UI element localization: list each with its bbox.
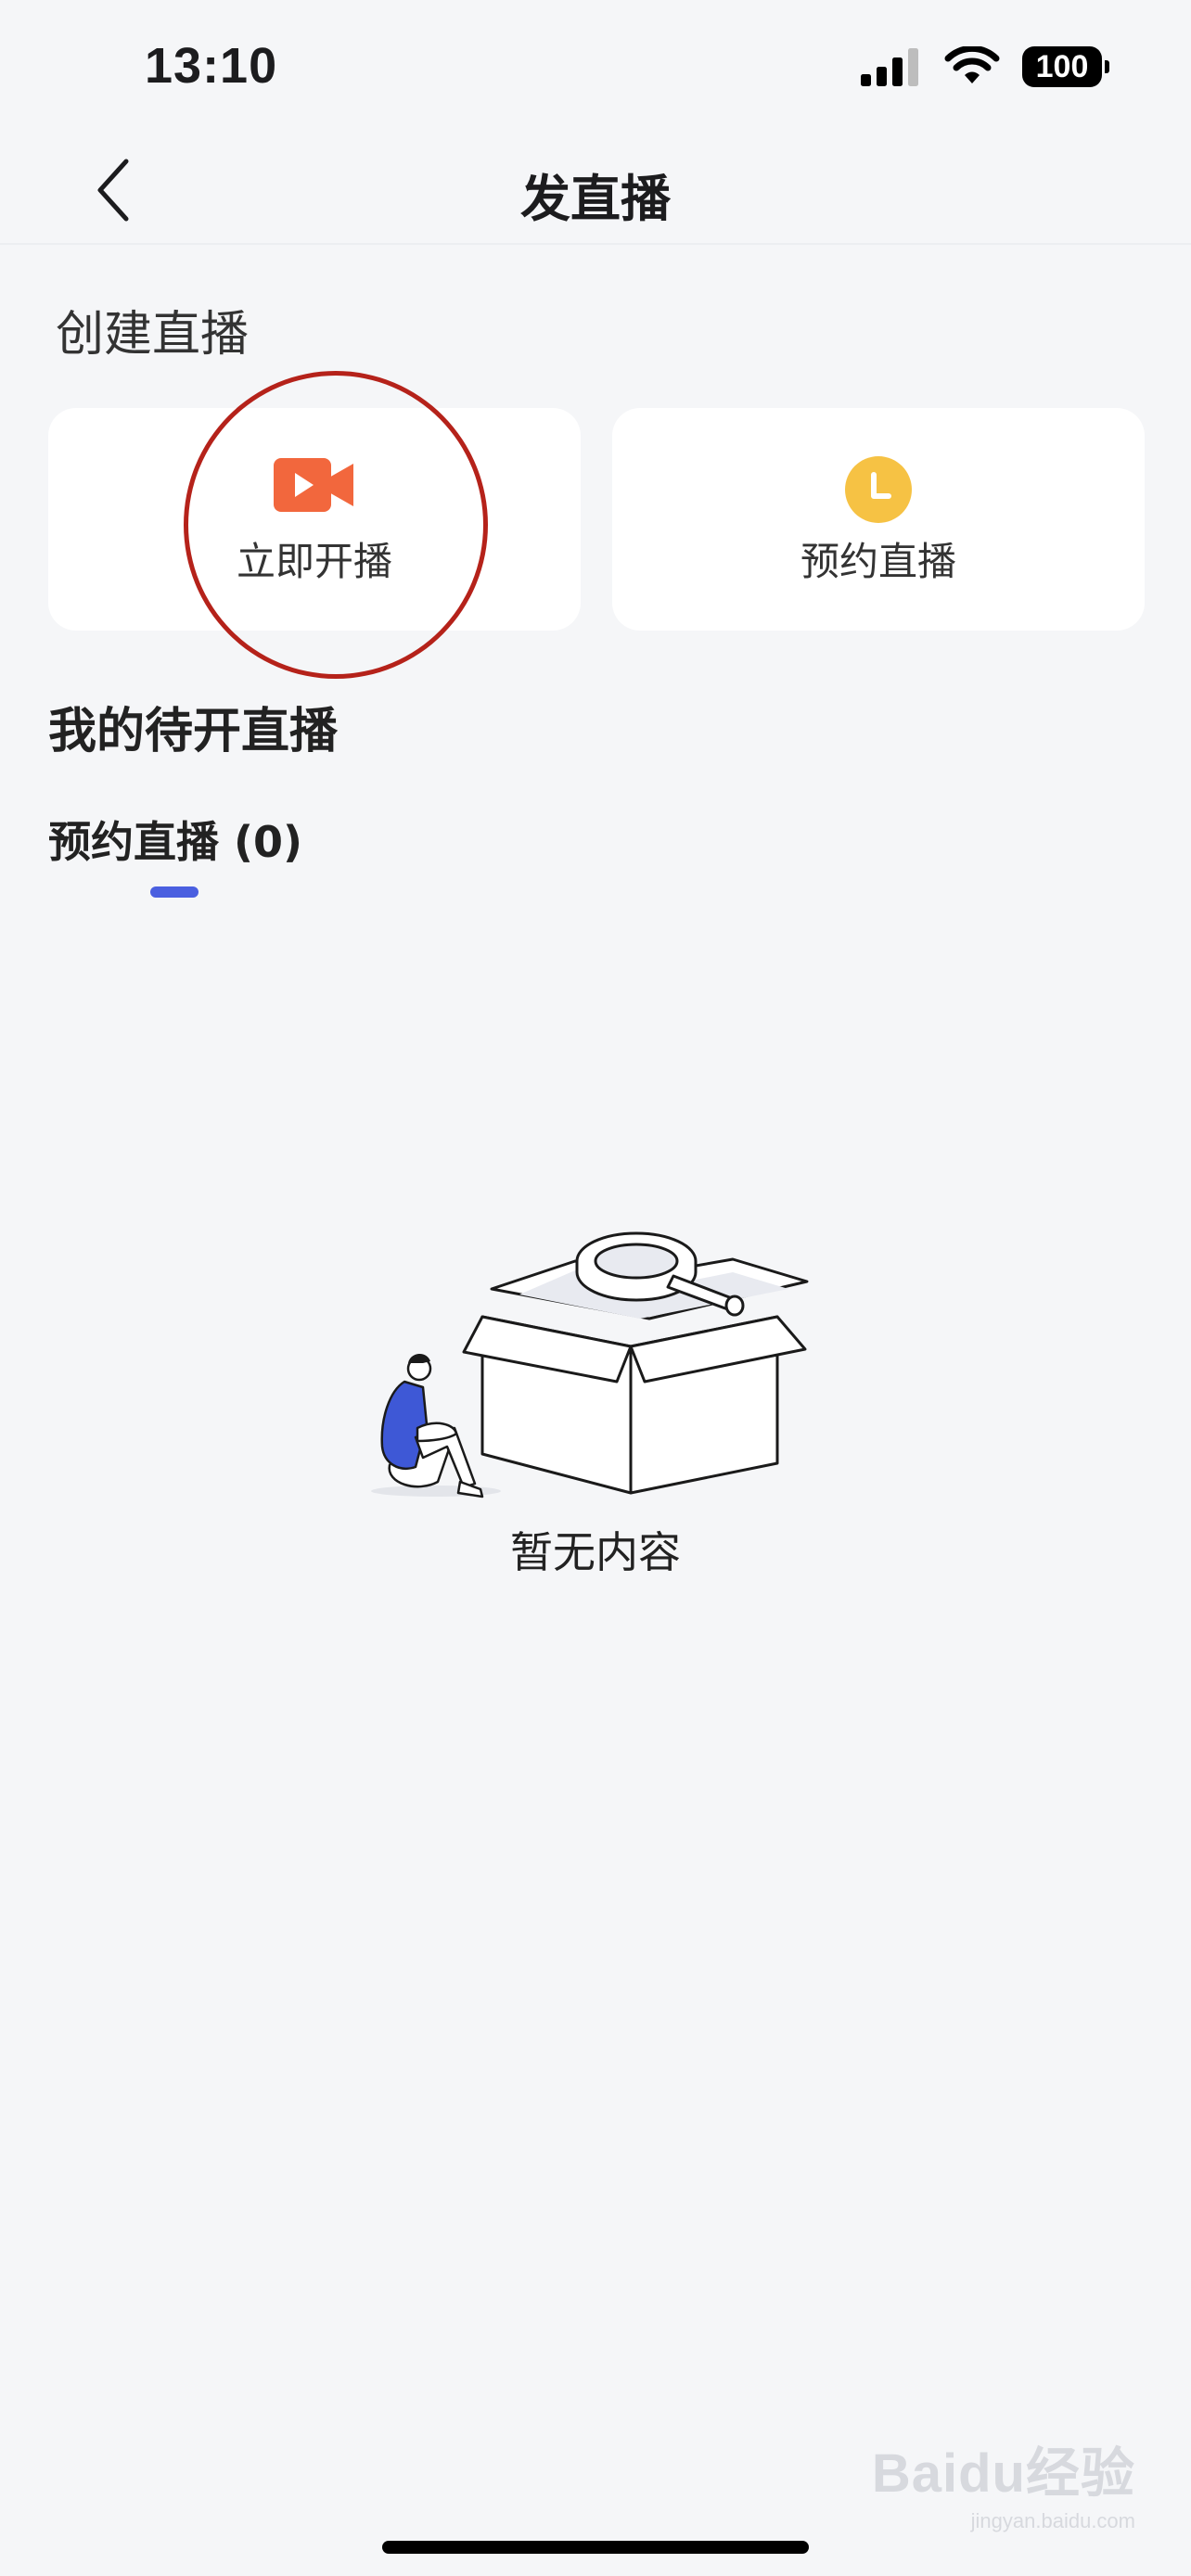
- wifi-icon: [944, 46, 1000, 83]
- create-live-section-title: 创建直播: [56, 307, 250, 363]
- schedule-live-label: 预约直播: [800, 539, 956, 584]
- battery-indicator: 100: [1022, 46, 1109, 87]
- empty-box-illustration: [371, 1231, 809, 1498]
- nav-bar: 发直播: [0, 139, 1191, 245]
- watermark-url: jingyan.baidu.com: [970, 2509, 1135, 2532]
- status-icons: 100: [859, 46, 1109, 87]
- empty-state-text: 暂无内容: [510, 1527, 681, 1577]
- page-title: 发直播: [520, 170, 671, 228]
- signal-icon: [861, 48, 918, 86]
- watermark-logo-text: Baidu经验: [871, 2443, 1135, 2504]
- status-time: 13:10: [145, 38, 278, 94]
- pending-live-section-title: 我的待开直播: [48, 704, 339, 759]
- active-tab-indicator: [150, 886, 198, 898]
- tab-scheduled-live[interactable]: 预约直播 (0): [48, 809, 302, 870]
- highlight-circle-annotation: [184, 371, 488, 679]
- baidu-watermark: Baidu经验 jingyan.baidu.com: [872, 2429, 1135, 2533]
- home-indicator[interactable]: [382, 2541, 809, 2554]
- schedule-live-card[interactable]: 预约直播: [612, 408, 1145, 631]
- clock-icon: [845, 456, 912, 523]
- status-bar: 13:10 100: [0, 0, 1191, 139]
